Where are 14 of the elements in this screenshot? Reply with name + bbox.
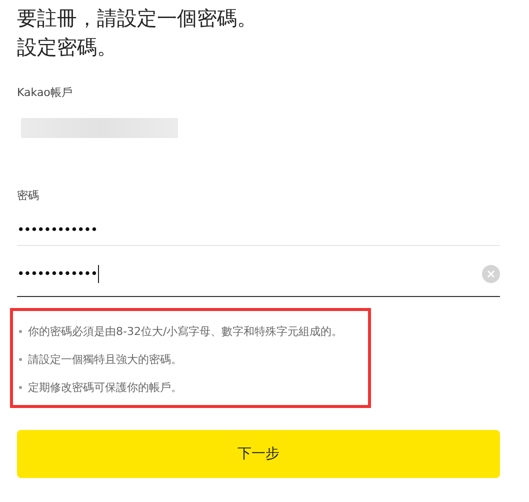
clear-icon[interactable]	[482, 265, 500, 283]
hint-text: 請設定一個獨特且強大的密碼。	[28, 352, 182, 366]
page-heading: 要註冊，請設定一個密碼。	[17, 5, 258, 32]
password-field[interactable]: ••••••••••••	[17, 252, 500, 297]
bullet-icon	[19, 330, 22, 332]
field-label: Kakao帳戶	[17, 85, 74, 100]
hint-text: 你的密碼必須是由8-32位大/小寫字母、數字和特殊字元組成的。	[28, 324, 343, 338]
page-heading: 設定密碼。	[17, 34, 118, 61]
bullet-icon	[19, 358, 22, 360]
next-button[interactable]: 下一步	[17, 430, 500, 478]
password-field[interactable]: ••••••••••••	[17, 215, 500, 246]
field-label: 密碼	[17, 188, 40, 203]
bullet-icon	[19, 386, 22, 388]
hint-text: 定期修改密碼可保護你的帳戶。	[28, 380, 182, 394]
